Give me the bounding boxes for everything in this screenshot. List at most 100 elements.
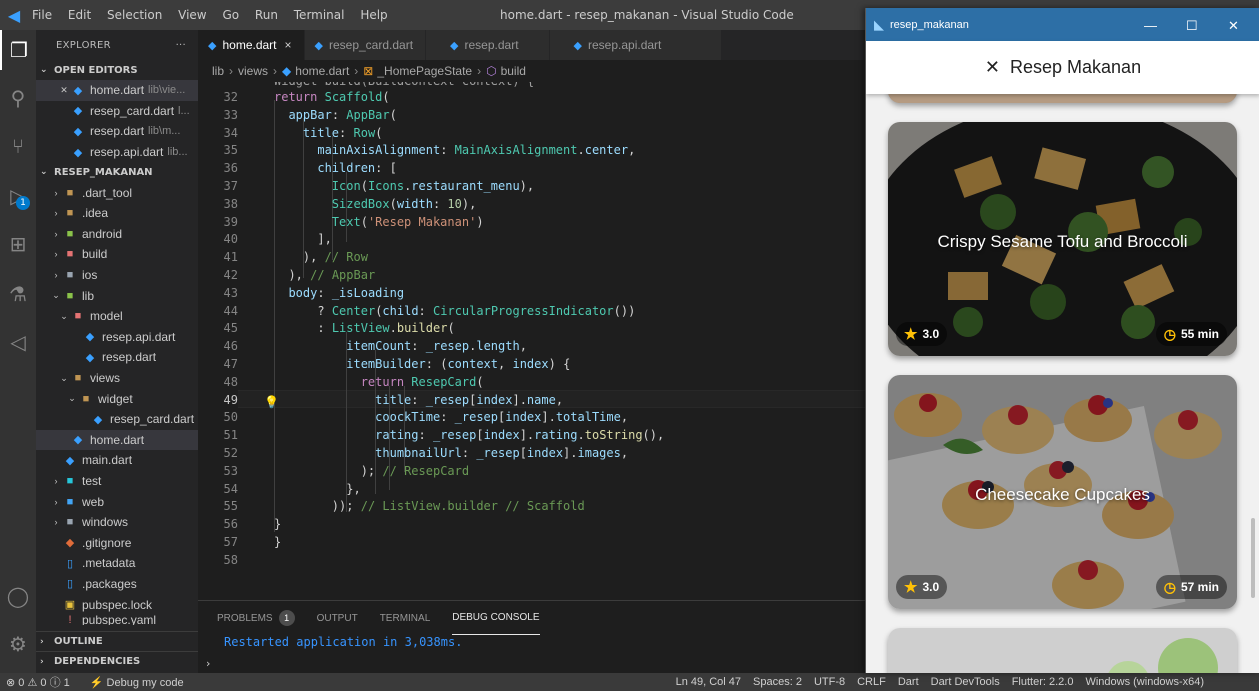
section-label: DEPENDENCIES [54,656,141,667]
source-control-icon[interactable]: ⑂ [0,126,36,166]
minimize-icon[interactable]: — [1144,18,1157,33]
code-line: : ListView.builder( [317,321,455,336]
tab-output[interactable]: OUTPUT [317,601,358,635]
tree-file[interactable]: ▣ pubspec.lock [36,594,198,615]
testing-icon[interactable]: ⚗ [0,274,36,314]
flutter-icon[interactable]: ◁ [0,322,36,362]
tab-resep-card-dart[interactable]: ◆ resep_card.dart [304,30,427,60]
tree-folder[interactable]: › ■ ios [36,265,198,286]
outline-section[interactable]: › OUTLINE [36,631,198,651]
open-editors-section[interactable]: ⌄ OPEN EDITORS [36,60,198,80]
open-editor-item[interactable]: ◆ resep_card.dart l... [36,101,198,122]
tree-file[interactable]: ◆ main.dart [36,450,198,471]
menu-file[interactable]: File [32,8,52,22]
flutter-version[interactable]: Flutter: 2.2.0 [1012,676,1074,688]
tab-problems[interactable]: PROBLEMS 1 [217,601,295,635]
project-section[interactable]: ⌄ RESEP_MAKANAN [36,162,198,182]
breadcrumb-views[interactable]: views [238,64,268,78]
chevron-down-icon: ⌄ [68,393,76,404]
menu-help[interactable]: Help [360,8,387,22]
dart-devtools[interactable]: Dart DevTools [931,676,1000,688]
console-prompt-icon[interactable]: › [206,657,210,670]
file-name: home.dart [90,83,145,98]
model-folder-icon: ■ [74,310,82,323]
panel-tab-label: PROBLEMS [217,612,273,624]
menu-go[interactable]: Go [222,8,239,22]
tree-folder[interactable]: › ■ .dart_tool [36,182,198,203]
debug-console-output: Restarted application in 3,038ms. [224,635,463,649]
maximize-icon[interactable]: ☐ [1186,18,1198,34]
lightbulb-icon[interactable]: 💡 [264,395,279,409]
tree-folder[interactable]: › ■ web [36,491,198,512]
run-debug-icon[interactable]: ▷ 1 [0,176,36,216]
target-device[interactable]: Windows (windows-x64) [1085,676,1204,688]
tree-folder[interactable]: › ■ windows [36,512,198,533]
close-tab-icon[interactable]: × [285,38,292,52]
line-number: 34 [223,125,238,140]
menu-run[interactable]: Run [255,8,278,22]
menu-edit[interactable]: Edit [68,8,91,22]
tree-folder[interactable]: › ■ android [36,224,198,245]
tree-folder[interactable]: ⌄ ■ lib [36,285,198,306]
tree-label: android [82,226,123,241]
open-editor-item[interactable]: ✕ ◆ home.dart lib\vie... [36,80,198,101]
encoding[interactable]: UTF-8 [814,676,845,688]
tree-file[interactable]: ◆ .gitignore [36,532,198,553]
tree-folder[interactable]: › ■ .idea [36,203,198,224]
debug-label: Debug my code [106,676,184,689]
tree-folder[interactable]: ⌄ ■ model [36,306,198,327]
tree-file[interactable]: ◆ resep.api.dart [36,327,198,348]
breadcrumb-class[interactable]: _HomePageState [377,64,472,78]
breadcrumb-method[interactable]: build [501,64,526,78]
breadcrumb-home-dart[interactable]: home.dart [295,64,349,78]
close-window-icon[interactable]: ✕ [1228,18,1239,34]
dependencies-section[interactable]: › DEPENDENCIES [36,651,198,671]
activity-bar: ❐ ⚲ ⑂ ▷ 1 ⊞ ⚗ ◁ ◯ ⚙ [0,30,36,673]
recipe-card-partial[interactable] [888,628,1237,673]
explorer-icon[interactable]: ❐ [0,30,36,70]
scrollbar[interactable] [1251,518,1255,598]
menu-selection[interactable]: Selection [107,8,162,22]
line-number: 57 [223,535,238,549]
tree-file[interactable]: ▯ .metadata [36,553,198,574]
tree-folder[interactable]: ⌄ ■ widget [36,388,198,409]
account-icon[interactable]: ◯ [0,576,36,616]
code-line: children: [ [317,161,397,176]
tab-debug-console[interactable]: DEBUG CONSOLE [452,601,540,635]
folder-icon: ■ [66,186,74,199]
menu-terminal[interactable]: Terminal [294,8,345,22]
open-editor-item[interactable]: ◆ resep.api.dart lib... [36,142,198,163]
recipe-card[interactable]: Crispy Sesame Tofu and Broccoli ★ 3.0 ◷ 55… [888,122,1237,356]
tree-file[interactable]: ▯ .packages [36,574,198,595]
open-editor-item[interactable]: ◆ resep.dart lib\m... [36,121,198,142]
tab-terminal[interactable]: TERMINAL [380,601,431,635]
problems-status[interactable]: ⊗ 0 ⚠ 0 ⓘ 1 [6,674,70,690]
indentation[interactable]: Spaces: 2 [753,676,802,688]
settings-gear-icon[interactable]: ⚙ [0,624,36,664]
language-mode[interactable]: Dart [898,676,919,688]
tree-file[interactable]: ! pubspec.yaml [36,615,198,625]
close-icon[interactable]: ✕ [58,85,70,96]
cursor-position[interactable]: Ln 49, Col 47 [676,676,741,688]
tab-resep-dart[interactable]: ◆ resep.dart [426,30,550,60]
tree-file[interactable]: ◆ resep_card.dart [36,409,198,430]
cook-time-value: 55 min [1180,327,1219,341]
tree-folder[interactable]: › ■ build [36,244,198,265]
line-ending[interactable]: CRLF [857,676,886,688]
extensions-icon[interactable]: ⊞ [0,224,36,264]
search-icon[interactable]: ⚲ [0,78,36,118]
tree-folder[interactable]: ⌄ ■ views [36,368,198,389]
tree-label: ios [82,268,98,283]
debug-status[interactable]: ⚡ Debug my code [90,676,184,689]
tree-folder[interactable]: › ■ test [36,471,198,492]
tree-file-selected[interactable]: ◆ home.dart [36,429,198,451]
app-window: ◣ resep_makanan — ☐ ✕ ✕ Resep Makanan Cr… [865,8,1259,673]
tree-file[interactable]: ◆ resep.dart [36,347,198,368]
code-editor[interactable]: Widget build(BuildContext context) { 32 3… [198,82,865,600]
tab-home-dart[interactable]: ◆ home.dart × [198,30,305,60]
breadcrumb-lib[interactable]: lib [212,64,224,78]
tab-resep-api-dart[interactable]: ◆ resep.api.dart [549,30,723,60]
menu-view[interactable]: View [178,8,206,22]
recipe-card[interactable]: Cheesecake Cupcakes ★ 3.0 ◷ 57 min [888,375,1237,609]
more-actions-icon[interactable]: ··· [176,40,186,51]
